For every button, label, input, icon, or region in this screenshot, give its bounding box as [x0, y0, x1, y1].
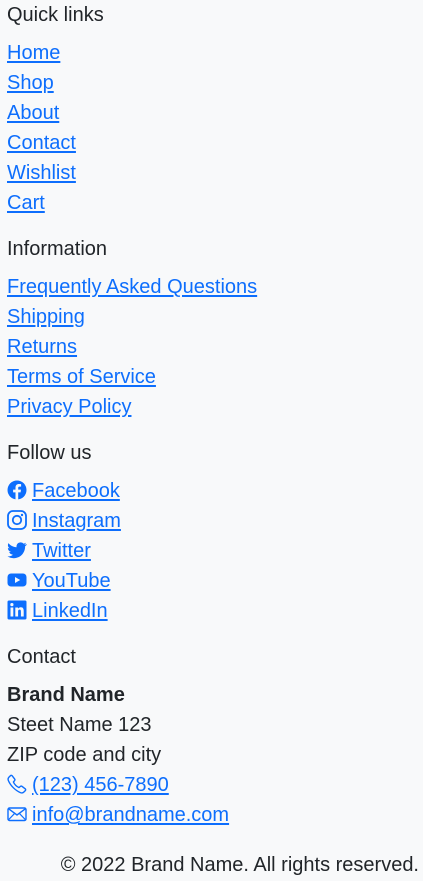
- social-list: Facebook Instagram Twitter YouTube Linke…: [7, 476, 417, 626]
- contact-phone: (123) 456-7890: [7, 770, 417, 800]
- youtube-icon: [7, 570, 27, 590]
- link-youtube[interactable]: YouTube: [32, 570, 111, 592]
- link-returns[interactable]: Returns: [7, 336, 77, 358]
- linkedin-icon: [7, 600, 27, 620]
- envelope-icon: [7, 804, 27, 824]
- link-instagram[interactable]: Instagram: [32, 510, 121, 532]
- link-facebook[interactable]: Facebook: [32, 480, 120, 502]
- phone-link[interactable]: (123) 456-7890: [32, 774, 169, 796]
- link-privacy-policy[interactable]: Privacy Policy: [7, 396, 131, 418]
- information-list: Frequently Asked Questions Shipping Retu…: [7, 272, 417, 422]
- social-instagram: Instagram: [7, 506, 417, 536]
- quick-links-section: Quick links Home Shop About Contact Wish…: [7, 0, 417, 218]
- contact-email: info@brandname.com: [7, 800, 417, 830]
- phone-icon: [7, 774, 27, 794]
- information-section: Information Frequently Asked Questions S…: [7, 234, 417, 422]
- link-linkedin[interactable]: LinkedIn: [32, 600, 108, 622]
- link-twitter[interactable]: Twitter: [32, 540, 91, 562]
- information-heading: Information: [7, 238, 108, 260]
- link-shipping[interactable]: Shipping: [7, 306, 85, 328]
- social-facebook: Facebook: [7, 476, 417, 506]
- social-linkedin: LinkedIn: [7, 596, 417, 626]
- facebook-icon: [7, 480, 27, 500]
- social-youtube: YouTube: [7, 566, 417, 596]
- twitter-icon: [7, 540, 27, 560]
- city-address: ZIP code and city: [7, 744, 162, 766]
- brand-name: Brand Name: [7, 684, 125, 706]
- street-address: Steet Name 123: [7, 714, 152, 736]
- follow-us-section: Follow us Facebook Instagram Twitter You…: [7, 438, 417, 626]
- quick-links-heading: Quick links: [7, 4, 104, 26]
- link-about[interactable]: About: [7, 102, 59, 124]
- copyright-text: © 2022 Brand Name. All rights reserved.: [60, 854, 419, 876]
- contact-heading: Contact: [7, 646, 76, 668]
- instagram-icon: [7, 510, 27, 530]
- link-shop[interactable]: Shop: [7, 72, 54, 94]
- link-cart[interactable]: Cart: [7, 192, 45, 214]
- follow-us-heading: Follow us: [7, 442, 92, 464]
- footer: Quick links Home Shop About Contact Wish…: [7, 0, 417, 830]
- email-link[interactable]: info@brandname.com: [32, 804, 229, 826]
- contact-section: Contact Brand Name Steet Name 123 ZIP co…: [7, 642, 417, 830]
- link-wishlist[interactable]: Wishlist: [7, 162, 76, 184]
- link-home[interactable]: Home: [7, 42, 60, 64]
- link-terms-of-service[interactable]: Terms of Service: [7, 366, 156, 388]
- social-twitter: Twitter: [7, 536, 417, 566]
- quick-links-list: Home Shop About Contact Wishlist Cart: [7, 38, 417, 218]
- link-contact[interactable]: Contact: [7, 132, 76, 154]
- link-faq[interactable]: Frequently Asked Questions: [7, 276, 257, 298]
